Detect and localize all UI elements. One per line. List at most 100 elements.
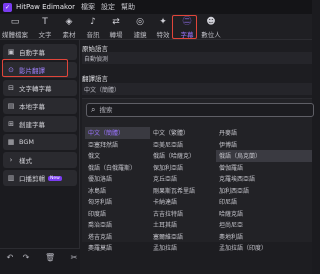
sidebar-item-bgm[interactable]: ▦ BGM (3, 134, 77, 150)
language-option[interactable]: 加利西亞語 (216, 185, 312, 197)
menu-settings[interactable]: 設定 (101, 2, 115, 12)
tab-label: 特效 (156, 31, 170, 39)
language-option[interactable]: 中文（繁體） (150, 127, 216, 139)
language-row: 優加洛語 克丘亞語 克羅埃西亞語 (85, 173, 312, 185)
original-language-value: 自動偵測 (84, 55, 109, 63)
language-option[interactable]: 俄語（哈薩克） (150, 150, 216, 162)
language-option[interactable]: 亞塞拜然語 (85, 139, 150, 151)
tab-transition[interactable]: ⇄ 轉場 (105, 17, 127, 39)
tab-label: 文字 (38, 31, 52, 39)
tab-label: 素材 (62, 31, 76, 39)
language-option[interactable]: 克羅埃西亞語 (216, 173, 312, 185)
sidebar-item-label: 文字轉字幕 (19, 85, 52, 93)
undo-icon[interactable]: ↶ (5, 253, 15, 262)
language-option[interactable]: 伊博語 (216, 139, 312, 151)
language-option[interactable]: 僧伽羅語 (216, 162, 312, 174)
tab-sparkle[interactable]: ✦ 特效 (152, 17, 174, 39)
language-row: 俄文 俄語（哈薩克） 俄語（烏克蘭） (85, 150, 312, 162)
language-option[interactable]: 喬治亞語 (85, 219, 150, 231)
local-subtitle-icon: ▤ (7, 102, 15, 110)
language-option[interactable]: 孟加拉語（印度） (216, 242, 312, 254)
language-option[interactable]: 古吉拉特語 (150, 208, 216, 220)
language-search[interactable]: ⌕ (86, 103, 314, 117)
sidebar-item-label: 口播剪輯 (19, 175, 45, 183)
filter-icon: ◎ (136, 17, 144, 27)
language-option[interactable]: 坦尚尼亞 (216, 219, 312, 231)
language-option[interactable]: 俄語（烏克蘭） (216, 150, 312, 162)
language-option[interactable]: 印尼語 (216, 196, 312, 208)
menu-file[interactable]: 檔案 (81, 2, 95, 12)
translation-panel: 原始語言 自動偵測 翻譯語言 中文（簡體） ⌕ 中文（簡體）中文（繁體）丹麥語亞… (80, 40, 314, 274)
auto-subtitle-icon: ▣ (7, 48, 15, 56)
language-option[interactable]: 俄文 (85, 150, 150, 162)
sidebar-item-label: 創建字幕 (19, 121, 45, 129)
sidebar-item-create-subtitle[interactable]: ⊞ 創建字幕 (3, 116, 77, 132)
sidebar-item-label: 本地字幕 (19, 103, 45, 111)
language-option[interactable]: 印度語 (85, 208, 150, 220)
tab-folder[interactable]: ▭ 媒體檔案 (2, 17, 28, 39)
sidebar-item-speech-edit[interactable]: ▥ 口播剪輯 New (3, 170, 77, 186)
language-row: 喬治亞語 土耳其語 坦尚尼亞 (85, 219, 312, 231)
tab-avatar[interactable]: ☻ 數位人 (200, 17, 222, 39)
menu-help[interactable]: 幫助 (121, 2, 135, 12)
language-search-input[interactable] (99, 106, 250, 114)
language-list: 中文（簡體） 中文（繁體） 丹麥語 亞塞拜然語 亞美尼亞語 伊博語 俄文 俄語（哈薩克） 俄語（… (85, 127, 312, 254)
cube-icon: ◈ (65, 17, 73, 27)
avatar-icon: ☻ (206, 17, 216, 27)
cut-icon[interactable]: ✂ (69, 253, 79, 262)
sidebar-item-label: 樣式 (19, 157, 32, 165)
language-option[interactable]: 丹麥語 (216, 127, 312, 139)
edit-toolbar: ↶ ↷ 🗑 ✂ (0, 248, 80, 274)
original-language-select[interactable]: 自動偵測 (82, 52, 312, 64)
language-option[interactable]: 剛果斯瓦希里語 (150, 185, 216, 197)
language-row: 印度語 古吉拉特語 哈薩克語 (85, 208, 312, 220)
tab-label: 濾鏡 (133, 31, 147, 39)
tab-label: 轉場 (109, 31, 123, 39)
app-title: HitPaw Edimakor (16, 3, 75, 11)
sidebar-item-expand-chevron[interactable]: › 樣式 (3, 152, 77, 168)
language-option[interactable]: 奧地利語 (216, 231, 312, 243)
language-option[interactable]: 塔吉克語 (85, 231, 150, 243)
tab-text[interactable]: T 文字 (34, 17, 56, 39)
redo-icon[interactable]: ↷ (21, 253, 31, 262)
language-row: 奧羅莫語 孟加拉語 孟加拉語（印度） (85, 242, 312, 254)
language-option[interactable]: 保加利亞語 (150, 162, 216, 174)
speech-edit-icon: ▥ (7, 174, 15, 182)
search-icon: ⌕ (91, 105, 96, 114)
language-option[interactable]: 亞美尼亞語 (150, 139, 216, 151)
language-option[interactable]: 奧羅莫語 (85, 242, 150, 254)
folder-icon: ▭ (10, 17, 20, 27)
language-option[interactable]: 冰島語 (85, 185, 150, 197)
language-option[interactable]: 克丘亞語 (150, 173, 216, 185)
language-option[interactable]: 匈牙利語 (85, 196, 150, 208)
selected-item-highlight (2, 59, 68, 77)
music-icon: ♪ (90, 17, 96, 27)
tab-filter[interactable]: ◎ 濾鏡 (129, 17, 151, 39)
language-row: 俄語（白俄羅斯） 保加利亞語 僧伽羅語 (85, 162, 312, 174)
sidebar-item-label: BGM (19, 138, 34, 146)
language-option[interactable]: 優加洛語 (85, 173, 150, 185)
language-option[interactable]: 孟加拉語 (150, 242, 216, 254)
sidebar-item-local-subtitle[interactable]: ▤ 本地字幕 (3, 98, 77, 114)
language-option[interactable]: 哈薩克語 (216, 208, 312, 220)
tab-cube[interactable]: ◈ 素材 (58, 17, 80, 39)
sidebar-item-text-to-subtitle[interactable]: ⊟ 文字轉字幕 (3, 80, 77, 96)
tab-music[interactable]: ♪ 音訊 (82, 17, 104, 39)
language-row: 中文（簡體） 中文（繁體） 丹麥語 (85, 127, 312, 139)
text-icon: T (42, 17, 48, 27)
delete-icon[interactable]: 🗑 (45, 253, 55, 262)
language-row: 匈牙利語 卡納達語 印尼語 (85, 196, 312, 208)
sidebar-item-auto-subtitle[interactable]: ▣ 自動字幕 (3, 44, 77, 60)
language-option[interactable]: 中文（簡體） (85, 127, 150, 139)
language-option[interactable]: 俄語（白俄羅斯） (85, 162, 150, 174)
target-language-select[interactable]: 中文（簡體） (82, 83, 312, 95)
sidebar-item-label: 自動字幕 (19, 49, 45, 57)
language-option[interactable]: 土耳其語 (150, 219, 216, 231)
language-option[interactable]: 卡納達語 (150, 196, 216, 208)
expand-chevron-icon: › (9, 156, 13, 164)
title-bar: ✓ HitPaw Edimakor 檔案 設定 幫助 (0, 0, 312, 14)
language-row: 塔吉克語 塞爾維亞語 奧地利語 (85, 231, 312, 243)
transition-icon: ⇄ (112, 17, 120, 27)
language-option[interactable]: 塞爾維亞語 (150, 231, 216, 243)
active-tab-highlight (172, 15, 197, 39)
